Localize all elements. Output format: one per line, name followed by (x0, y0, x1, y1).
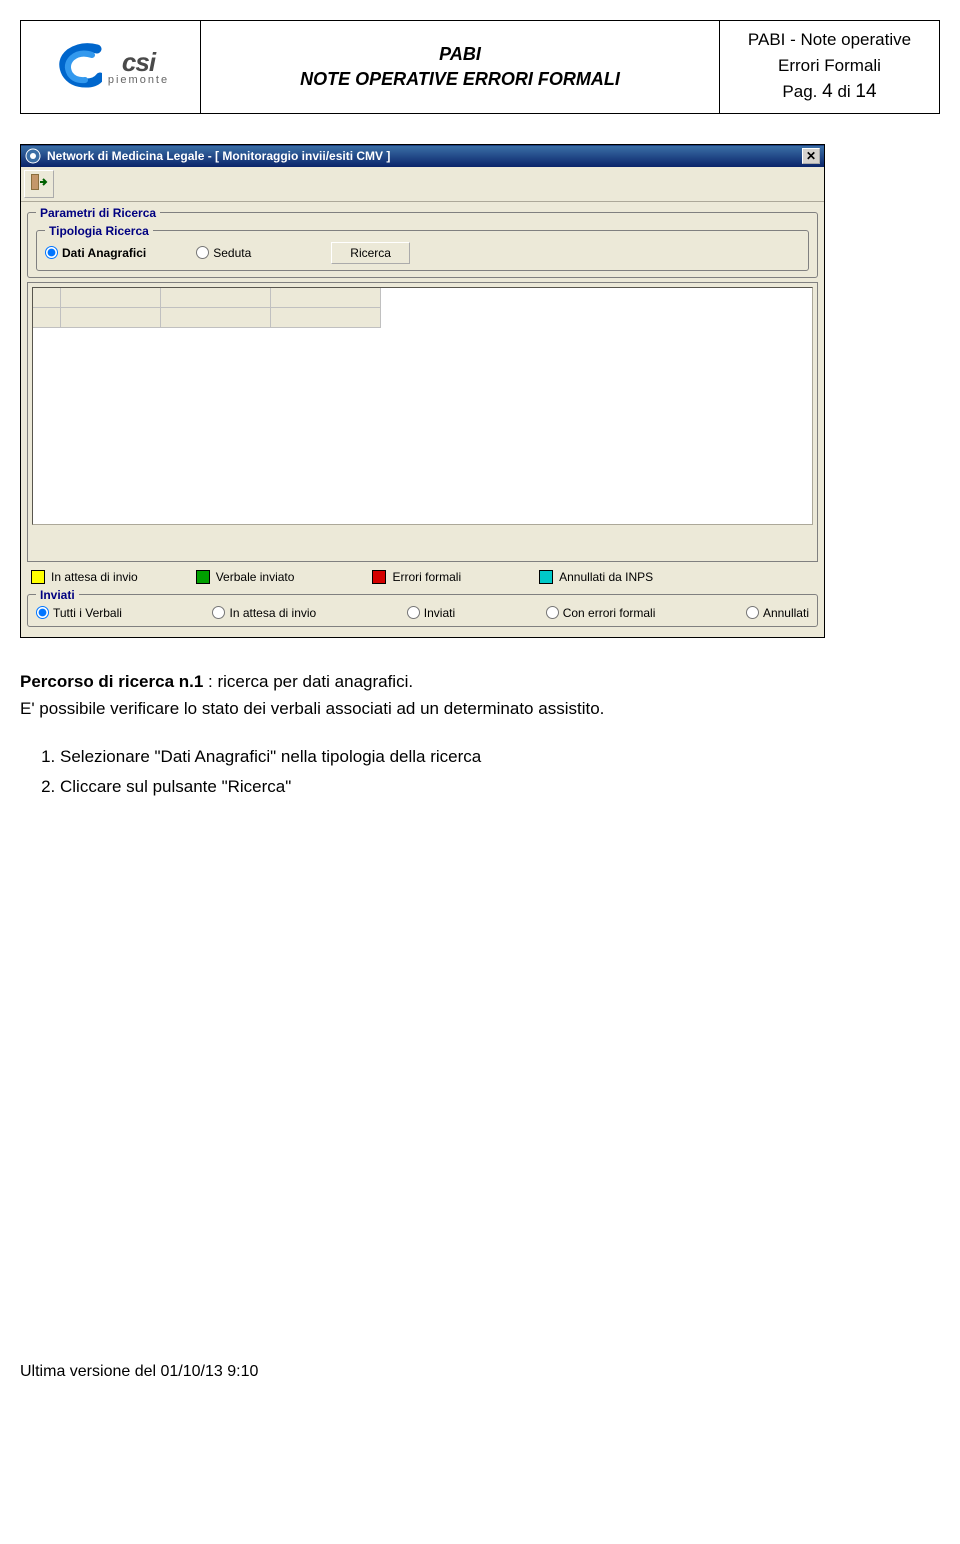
footer-version: Ultima versione del 01/10/13 9:10 (20, 1363, 940, 1381)
results-panel (27, 282, 818, 562)
legend-attesa: In attesa di invio (31, 570, 138, 584)
info-cell: PABI - Note operative Errori Formali Pag… (720, 21, 940, 114)
page-number: Pag. 4 di 14 (730, 78, 929, 107)
legend-annullati: Annullati da INPS (539, 570, 653, 584)
description: E' possibile verificare lo stato dei ver… (20, 699, 604, 718)
filter-attesa[interactable]: In attesa di invio (212, 606, 316, 620)
filter-tutti[interactable]: Tutti i Verbali (36, 606, 122, 620)
info-line-1: PABI - Note operative (730, 27, 929, 53)
window-title: Network di Medicina Legale - [ Monitorag… (47, 149, 390, 163)
filter-inviati[interactable]: Inviati (407, 606, 455, 620)
grid-cell (33, 308, 61, 328)
grid-cell (271, 308, 381, 328)
steps-list: Selezionare "Dati Anagrafici" nella tipo… (40, 742, 940, 803)
grid-cell (61, 308, 161, 328)
teal-swatch-icon (539, 570, 553, 584)
search-button[interactable]: Ricerca (331, 242, 410, 264)
exit-door-icon (29, 172, 49, 195)
document-header: csi piemonte PABI NOTE OPERATIVE ERRORI … (20, 20, 940, 114)
legend-inviato: Verbale inviato (196, 570, 295, 584)
info-line-2: Errori Formali (730, 53, 929, 79)
search-params-group: Parametri di Ricerca Tipologia Ricerca D… (27, 206, 818, 278)
radio-seduta[interactable]: Seduta (196, 246, 251, 260)
exit-button[interactable] (24, 170, 54, 198)
caption: Percorso di ricerca n.1 (20, 672, 203, 691)
inviati-legend: Inviati (36, 588, 79, 602)
results-grid[interactable] (32, 287, 813, 525)
titlebar: Network di Medicina Legale - [ Monitorag… (21, 145, 824, 167)
grid-cell (161, 308, 271, 328)
filter-errori[interactable]: Con errori formali (546, 606, 656, 620)
doc-title-1: PABI (211, 42, 709, 67)
app-window: Network di Medicina Legale - [ Monitorag… (20, 144, 825, 638)
search-type-group: Tipologia Ricerca Dati Anagrafici Seduta… (36, 224, 809, 271)
legend-errori: Errori formali (372, 570, 461, 584)
red-swatch-icon (372, 570, 386, 584)
yellow-swatch-icon (31, 570, 45, 584)
logo-cell: csi piemonte (21, 21, 201, 114)
body-paragraph: Percorso di ricerca n.1 : ricerca per da… (20, 668, 940, 722)
close-button[interactable]: ✕ (802, 148, 820, 164)
radio-dati-anagrafici[interactable]: Dati Anagrafici (45, 246, 146, 260)
params-legend: Parametri di Ricerca (36, 206, 160, 220)
grid-header-cell (33, 288, 61, 308)
inviati-filter-group: Inviati Tutti i Verbali In attesa di inv… (27, 588, 818, 627)
grid-header-cell (61, 288, 161, 308)
title-cell: PABI NOTE OPERATIVE ERRORI FORMALI (201, 21, 720, 114)
green-swatch-icon (196, 570, 210, 584)
grid-header-cell (271, 288, 381, 308)
step-2: Cliccare sul pulsante "Ricerca" (60, 772, 940, 803)
app-icon (25, 148, 41, 164)
doc-title-2: NOTE OPERATIVE ERRORI FORMALI (211, 67, 709, 92)
csi-logo-icon (52, 43, 102, 91)
type-legend: Tipologia Ricerca (45, 224, 153, 238)
status-legend: In attesa di invio Verbale inviato Error… (27, 562, 818, 588)
step-1: Selezionare "Dati Anagrafici" nella tipo… (60, 742, 940, 773)
logo-subtext: piemonte (108, 74, 169, 86)
grid-header-cell (161, 288, 271, 308)
filter-annullati[interactable]: Annullati (746, 606, 809, 620)
toolbar (21, 167, 824, 202)
